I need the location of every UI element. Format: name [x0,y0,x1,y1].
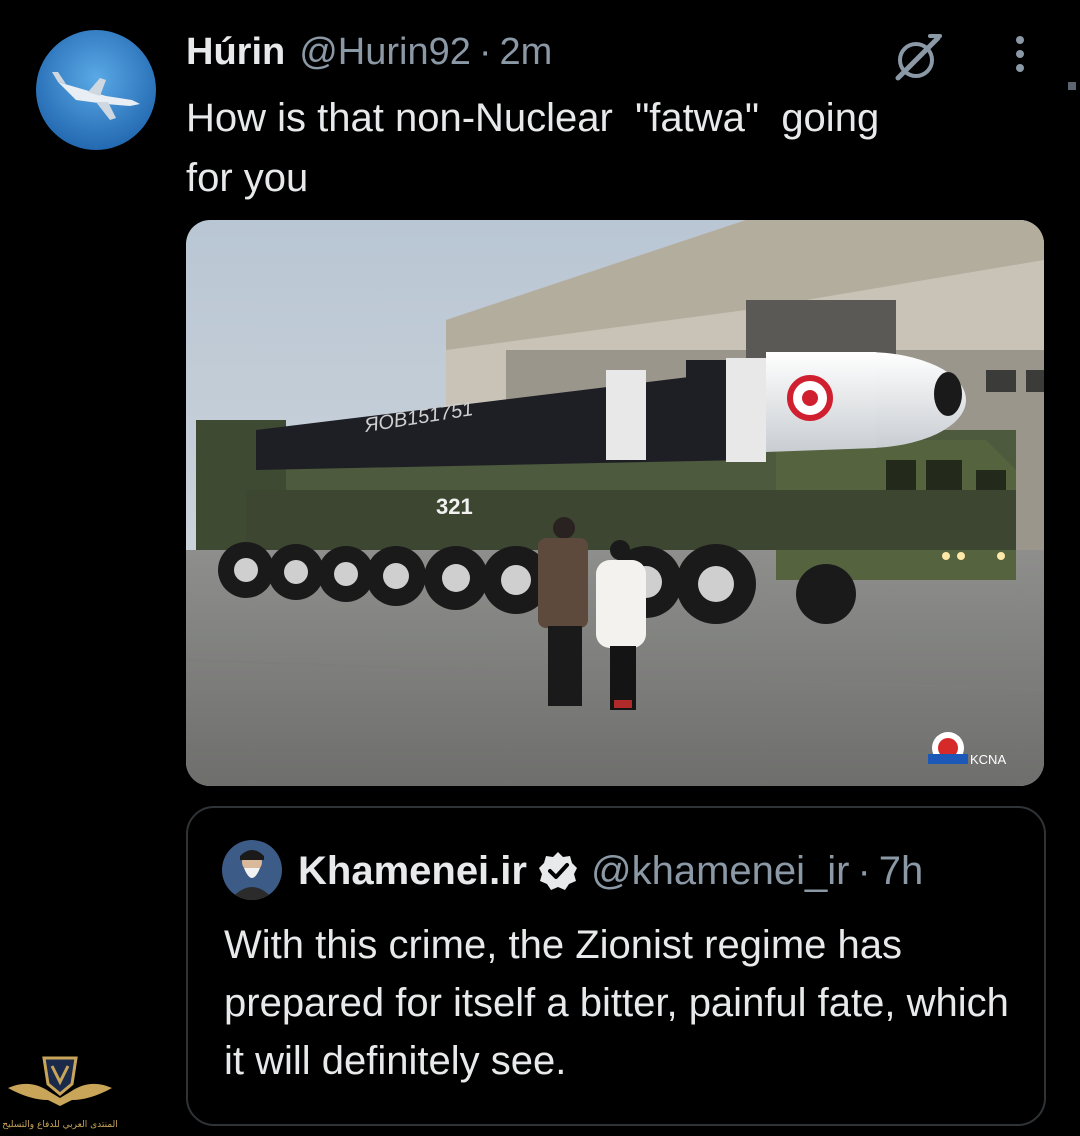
more-icon[interactable] [1000,30,1040,80]
quoted-author-avatar[interactable] [222,840,282,900]
timestamp[interactable]: 2m [500,31,553,74]
author-avatar[interactable] [36,30,156,150]
tweet-text: How is that non-Nuclear "fatwa" going fo… [186,96,880,200]
watermark-text: المنتدى العربي للدفاع والتسليح [2,1120,118,1130]
quoted-author-handle[interactable]: @khamenei_ir [591,849,850,894]
tweet-header: Húrin @Hurin92 · 2m [186,30,552,74]
quoted-separator: · [857,848,871,893]
quoted-tweet[interactable]: Khamenei.ir @khamenei_ir · 7h With this … [186,806,1046,1126]
scrollbar-thumb[interactable] [1068,82,1076,90]
verified-badge-icon [537,850,579,892]
separator: · [478,30,492,73]
grok-icon[interactable] [890,30,946,86]
quoted-tweet-text: With this crime, the Zionist regime has … [224,923,1009,1083]
forum-watermark-logo: المنتدى العربي للدفاع والتسليح [0,1048,120,1136]
quoted-author-name[interactable]: Khamenei.ir [298,849,527,894]
vehicle-number: 321 [436,494,473,519]
author-name[interactable]: Húrin [186,31,285,74]
quoted-tweet-header: Khamenei.ir @khamenei_ir · 7h [298,846,923,896]
tweet[interactable]: Húrin @Hurin92 · 2m How is that non-Nucl… [0,0,1080,1136]
agency-logo-text: KCNA [970,752,1006,767]
quoted-timestamp[interactable]: 7h [879,849,924,894]
author-handle[interactable]: @Hurin92 [299,31,471,74]
tweet-media-image[interactable]: 321 ЯОВ151751 KCNA [186,220,1044,786]
